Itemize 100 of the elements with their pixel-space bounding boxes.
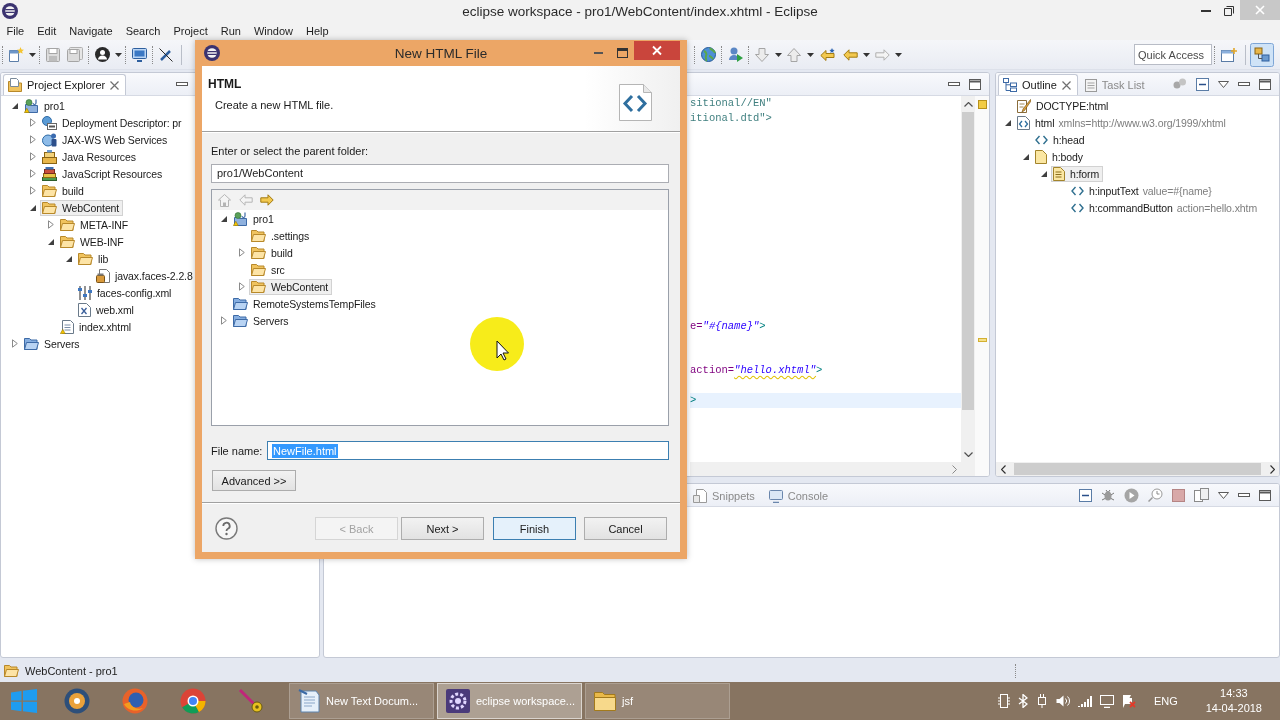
- view-menu-icon[interactable]: [1218, 491, 1229, 499]
- tree-item[interactable]: html xmlns=http://www.w3.org/1999/xhtml: [1015, 114, 1230, 131]
- tree-item[interactable]: src: [249, 261, 289, 278]
- save-icon[interactable]: [46, 47, 60, 62]
- speaker-icon[interactable]: [1055, 695, 1070, 707]
- monitor-icon[interactable]: [131, 47, 147, 62]
- expanded-arrow-icon[interactable]: [12, 102, 18, 109]
- close-icon[interactable]: [634, 41, 680, 60]
- right-arrow-icon[interactable]: [259, 194, 274, 206]
- maximize-icon[interactable]: [1259, 489, 1271, 501]
- chevron-up-icon[interactable]: [963, 101, 973, 107]
- view-tab[interactable]: Outline: [998, 74, 1078, 95]
- expanded-arrow-icon[interactable]: [48, 238, 54, 245]
- minimize-icon[interactable]: [176, 82, 189, 86]
- minimize-icon[interactable]: [1238, 82, 1250, 86]
- close-icon[interactable]: [1061, 80, 1071, 90]
- tree-item[interactable]: WebContent: [249, 278, 333, 295]
- chevron-right-icon[interactable]: [1269, 464, 1275, 474]
- tree-item[interactable]: index.xhtml: [58, 318, 135, 335]
- minimize-icon[interactable]: [1200, 10, 1211, 12]
- minimize-icon[interactable]: [948, 82, 960, 86]
- collapsed-arrow-icon[interactable]: [30, 135, 36, 144]
- flame-globe-icon[interactable]: [122, 688, 148, 714]
- minimize-icon[interactable]: [1238, 493, 1250, 497]
- expanded-arrow-icon[interactable]: [1005, 119, 1011, 126]
- expanded-arrow-icon[interactable]: [1023, 153, 1029, 160]
- tree-item[interactable]: web.xml: [76, 301, 138, 318]
- bluetooth-icon[interactable]: [1017, 694, 1028, 708]
- wand-icon[interactable]: [238, 688, 264, 714]
- new-file-icon[interactable]: [8, 47, 24, 62]
- left-arrow-star-icon[interactable]: [819, 47, 835, 62]
- clock-date[interactable]: 14-04-2018: [1205, 702, 1262, 715]
- flag-icon[interactable]: [1121, 694, 1136, 708]
- clock-time[interactable]: 14:33: [1220, 687, 1248, 700]
- tree-item[interactable]: h:inputText value=#{name}: [1069, 182, 1216, 199]
- tree-item[interactable]: h:head: [1033, 131, 1089, 148]
- tree-item[interactable]: h:commandButton action=hello.xhtm: [1069, 199, 1262, 216]
- dialog-button[interactable]: Cancel: [584, 517, 667, 540]
- help-icon[interactable]: [215, 517, 238, 540]
- marker-icon[interactable]: [977, 338, 987, 342]
- expanded-arrow-icon[interactable]: [1041, 170, 1047, 177]
- menu-item[interactable]: Project: [167, 23, 215, 39]
- collapsed-arrow-icon[interactable]: [30, 152, 36, 161]
- tree-item[interactable]: Deployment Descriptor: pr: [40, 114, 186, 131]
- pages-icon[interactable]: [1194, 488, 1209, 502]
- expanded-arrow-icon[interactable]: [30, 204, 36, 211]
- bug-icon[interactable]: [1101, 488, 1115, 502]
- menu-item[interactable]: File: [0, 23, 31, 39]
- tree-item[interactable]: Java Resources: [40, 148, 140, 165]
- tree-item[interactable]: .settings: [249, 227, 314, 244]
- collapsed-arrow-icon[interactable]: [30, 186, 36, 195]
- folder-field[interactable]: pro1/WebContent: [211, 164, 669, 183]
- menu-item[interactable]: Navigate: [62, 23, 120, 39]
- slashed-pen-icon[interactable]: [159, 47, 173, 62]
- scrollbar-thumb[interactable]: [1014, 463, 1261, 475]
- menu-item[interactable]: Run: [214, 23, 248, 39]
- maximize-icon[interactable]: [616, 48, 628, 58]
- save-all-icon[interactable]: [67, 47, 83, 62]
- tree-item[interactable]: Servers: [231, 312, 293, 329]
- tree-item[interactable]: Servers: [22, 335, 84, 352]
- quick-access-field[interactable]: Quick Access: [1134, 44, 1212, 65]
- stop-icon[interactable]: [1172, 488, 1185, 502]
- maximize-icon[interactable]: [969, 78, 981, 90]
- plug-icon[interactable]: [1035, 694, 1048, 708]
- expanded-arrow-icon[interactable]: [221, 215, 227, 222]
- tree-item[interactable]: lib: [76, 250, 113, 267]
- menu-item[interactable]: Search: [119, 23, 167, 39]
- caret-icon[interactable]: [894, 52, 902, 57]
- dialog-button[interactable]: Next >: [401, 517, 484, 540]
- menu-item[interactable]: Window: [247, 23, 300, 39]
- collapsed-arrow-icon[interactable]: [30, 169, 36, 178]
- tree-item[interactable]: RemoteSystemsTempFiles: [231, 295, 380, 312]
- menu-item[interactable]: Help: [299, 23, 336, 39]
- expanded-arrow-icon[interactable]: [66, 255, 72, 262]
- caret-icon[interactable]: [806, 52, 814, 57]
- tree-item[interactable]: h:body: [1033, 148, 1087, 165]
- signal-icon[interactable]: [1077, 695, 1092, 707]
- collapsed-arrow-icon[interactable]: [239, 282, 245, 291]
- tree-item[interactable]: faces-config.xml: [76, 284, 176, 301]
- tree-item[interactable]: pro1: [22, 97, 69, 114]
- collapsed-arrow-icon[interactable]: [30, 118, 36, 127]
- collapsed-arrow-icon[interactable]: [221, 316, 227, 325]
- chip-icon[interactable]: [997, 694, 1010, 708]
- tree-item[interactable]: javax.faces-2.2.8: [94, 267, 197, 284]
- globe-icon[interactable]: [700, 47, 716, 62]
- window-plus-icon[interactable]: [1221, 47, 1237, 62]
- disc-icon[interactable]: [64, 688, 90, 714]
- restore-icon[interactable]: [1223, 6, 1234, 16]
- caret-icon[interactable]: [774, 52, 782, 57]
- play-icon[interactable]: [1124, 487, 1139, 503]
- monitor-icon[interactable]: [1099, 694, 1114, 708]
- vertical-scrollbar[interactable]: [961, 96, 975, 476]
- tree-item[interactable]: build: [249, 244, 297, 261]
- package-tile-icon[interactable]: [1250, 42, 1274, 67]
- language-indicator[interactable]: ENG: [1153, 695, 1178, 707]
- collapsed-arrow-icon[interactable]: [48, 220, 54, 229]
- caret-icon[interactable]: [114, 52, 122, 57]
- advanced-button[interactable]: Advanced >>: [212, 470, 296, 491]
- segmented-circle-icon[interactable]: [180, 688, 206, 714]
- horizontal-scrollbar[interactable]: [996, 462, 1279, 476]
